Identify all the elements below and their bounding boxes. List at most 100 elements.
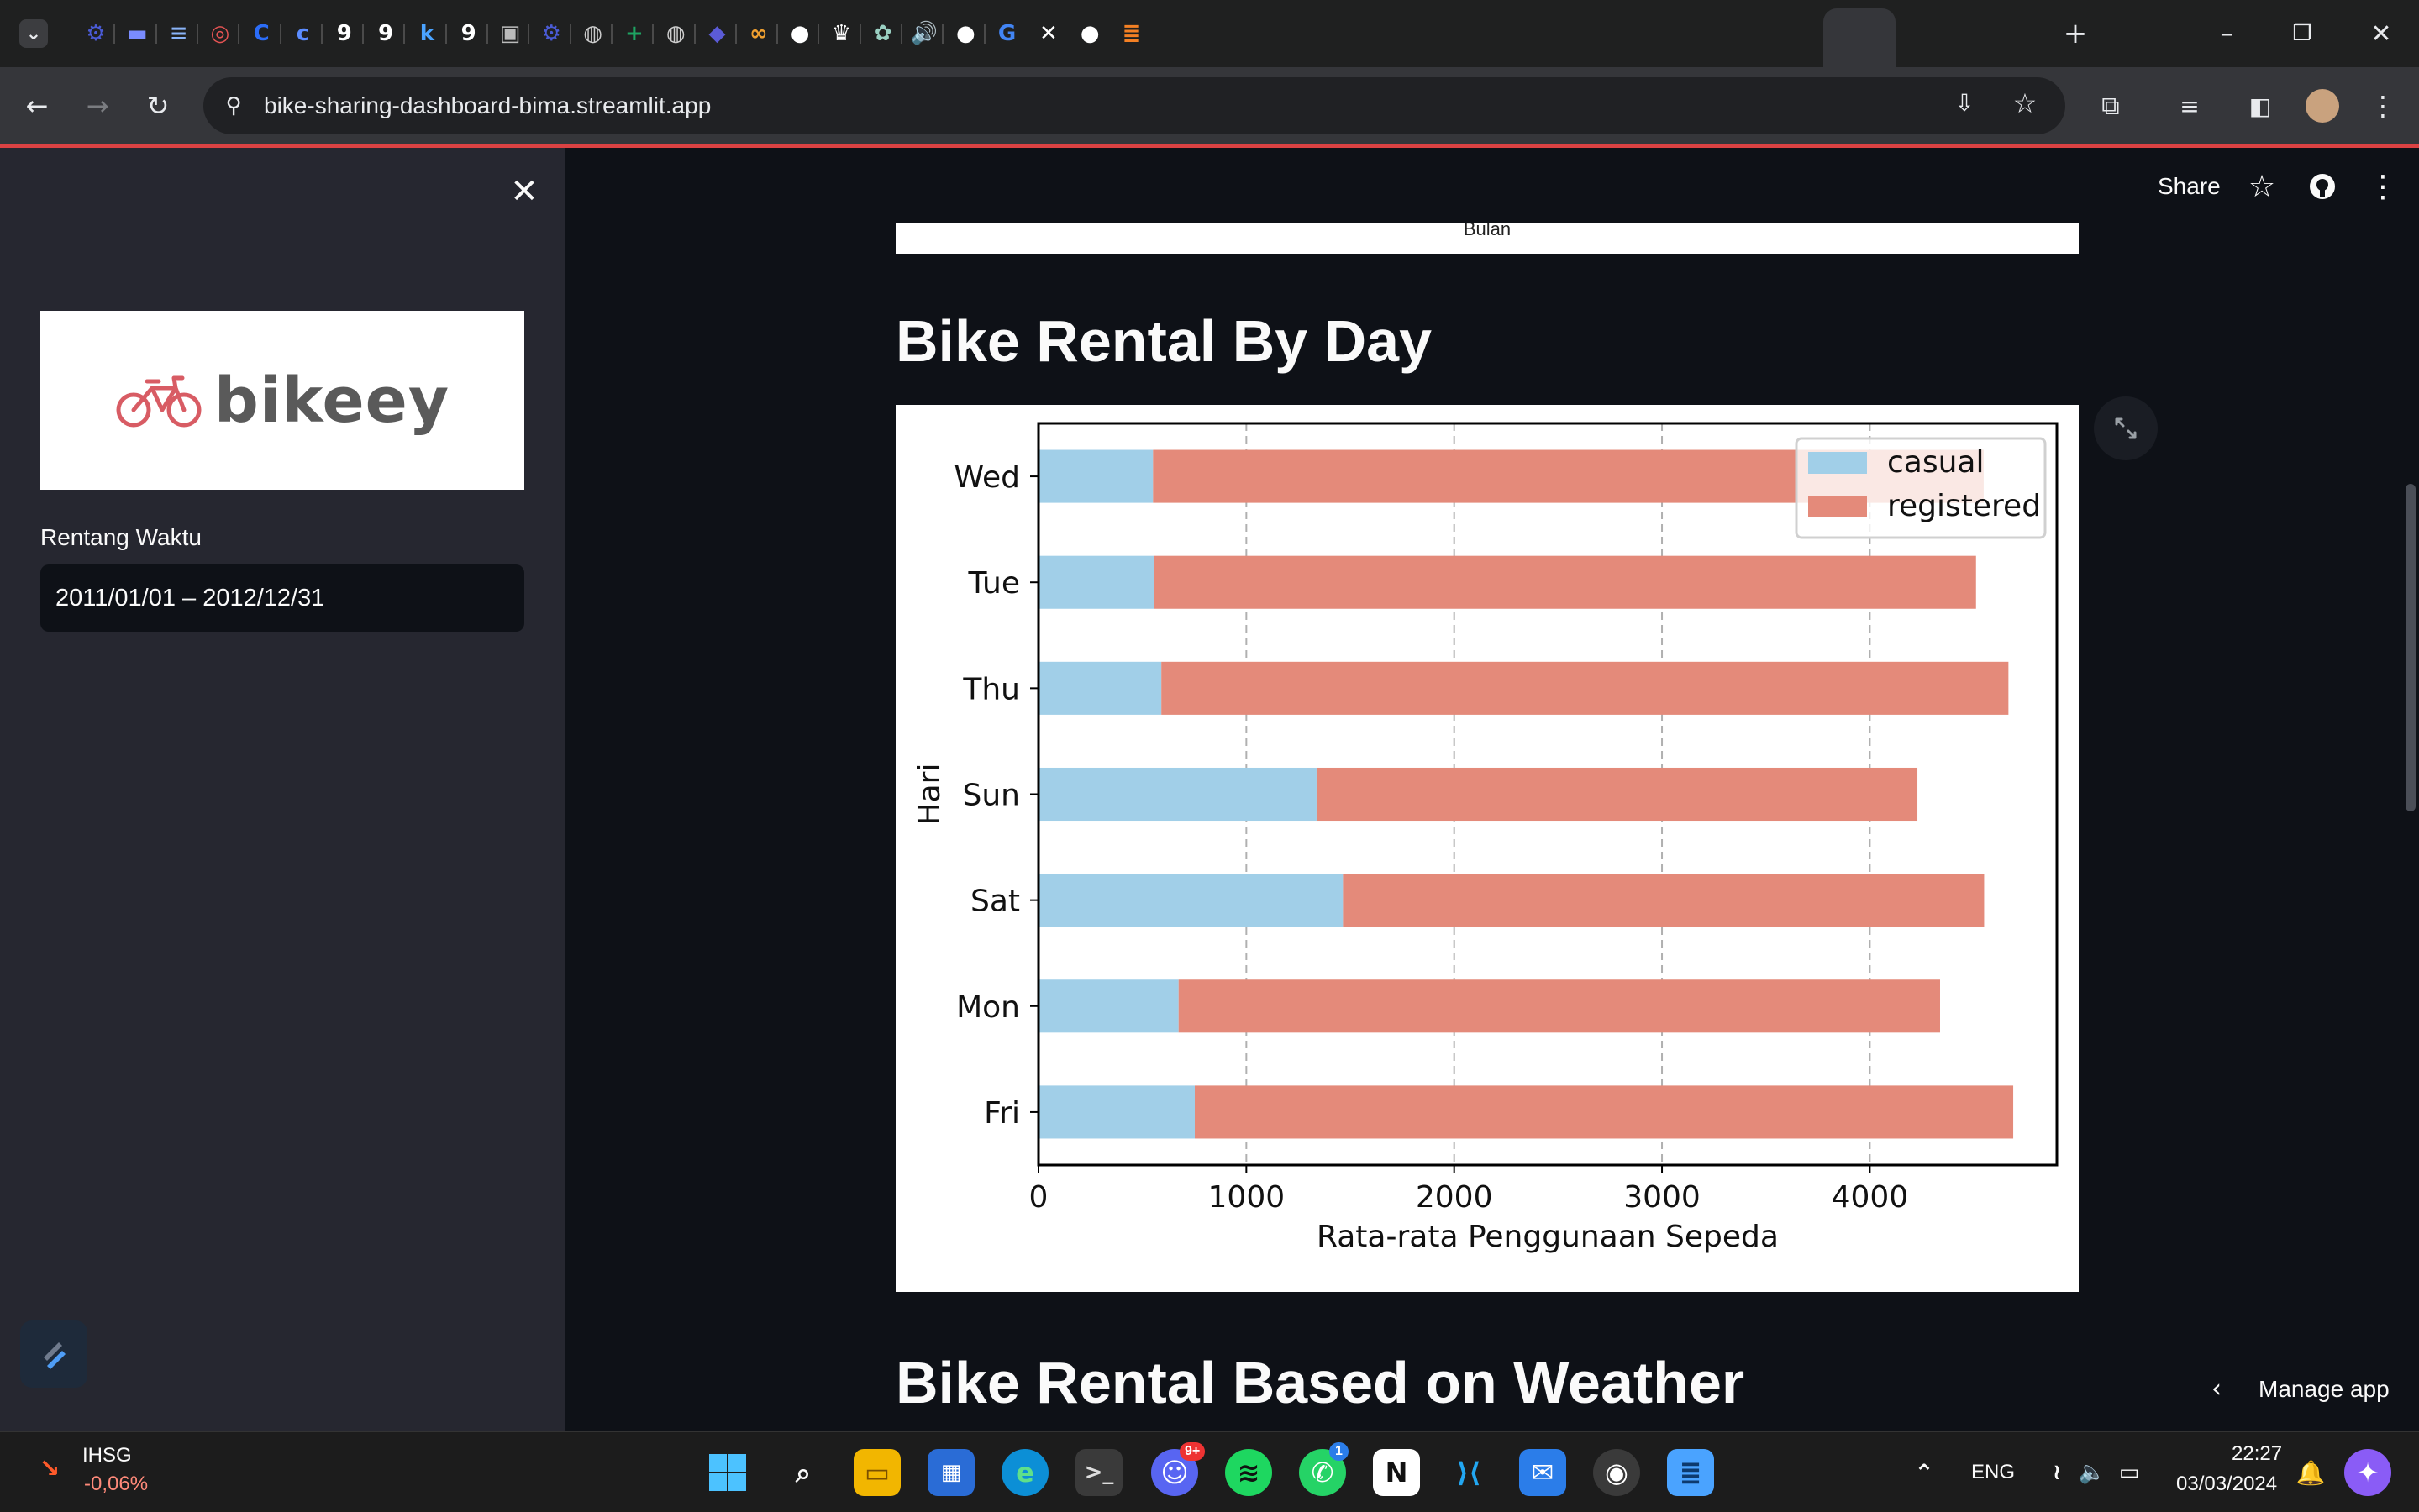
discord-icon[interactable]: ☺ 9+ bbox=[1151, 1442, 1206, 1496]
bookmark-star-icon[interactable]: ☆ bbox=[2006, 87, 2043, 121]
spotify-icon[interactable]: ≋ bbox=[1225, 1449, 1272, 1496]
side-panel-icon: ◧ bbox=[2248, 92, 2272, 120]
browser-tab[interactable]: ◍ bbox=[654, 12, 697, 55]
y-tick-label: Sun bbox=[963, 779, 1020, 813]
restore-window-button[interactable]: ❐ bbox=[2280, 12, 2324, 55]
browser-tab[interactable]: G bbox=[986, 12, 1029, 55]
notion-icon[interactable]: N bbox=[1373, 1449, 1420, 1496]
tab-separator bbox=[238, 24, 240, 44]
section-title-weather: Bike Rental Based on Weather bbox=[896, 1350, 1745, 1415]
browser-tab[interactable]: 9 bbox=[323, 12, 366, 55]
file-explorer-icon[interactable]: ▭ bbox=[854, 1449, 901, 1496]
extensions-button[interactable]: ⧉ bbox=[2090, 86, 2131, 126]
side-panel-button[interactable]: ◧ bbox=[2240, 86, 2280, 126]
browser-tab[interactable]: ● bbox=[778, 12, 822, 55]
browser-tab[interactable]: ▬ bbox=[115, 12, 159, 55]
browser-tab[interactable]: ● bbox=[944, 12, 987, 55]
browser-tab[interactable]: ≣ bbox=[1110, 12, 1154, 55]
browser-tab[interactable]: ◆ bbox=[696, 12, 739, 55]
mail-icon[interactable]: ✉ bbox=[1519, 1449, 1566, 1496]
battery-icon[interactable]: ▭ bbox=[2106, 1449, 2153, 1496]
chevron-up-icon[interactable]: ⌃ bbox=[1901, 1449, 1948, 1496]
whatsapp-icon[interactable]: ✆ 1 bbox=[1299, 1442, 1349, 1496]
bar-casual bbox=[1039, 661, 1162, 715]
streamlit-logo-button[interactable] bbox=[20, 1320, 87, 1388]
app-menu-button[interactable]: ⋮ bbox=[2364, 168, 2401, 205]
close-icon: ✕ bbox=[2370, 18, 2392, 49]
notification-bell-icon[interactable]: 🔔 bbox=[2287, 1449, 2334, 1496]
install-app-icon[interactable]: ⇩ bbox=[1946, 89, 1983, 123]
main-scrollbar[interactable] bbox=[2406, 484, 2416, 811]
browser-tab[interactable]: 🔊 bbox=[902, 12, 946, 55]
browser-tab[interactable]: ≡ bbox=[157, 12, 201, 55]
tab-search-button[interactable]: ⌄ bbox=[12, 12, 55, 55]
vscode-icon[interactable]: ⟩⟨ bbox=[1445, 1449, 1492, 1496]
browser-tab[interactable]: 9 bbox=[364, 12, 408, 55]
browser-tab[interactable]: + bbox=[613, 12, 656, 55]
new-tab-button[interactable]: + bbox=[2054, 12, 2097, 55]
manage-app-button[interactable]: Manage app bbox=[2259, 1376, 2390, 1403]
x-tick-label: 3000 bbox=[1623, 1180, 1701, 1215]
share-button[interactable]: Share bbox=[2158, 173, 2221, 200]
active-tab[interactable] bbox=[1823, 8, 1896, 67]
clock-date[interactable]: 03/03/2024 bbox=[2176, 1473, 2277, 1496]
browser-tab[interactable]: c bbox=[281, 12, 325, 55]
k-icon: k bbox=[419, 21, 435, 46]
arrow-left-icon: ← bbox=[25, 90, 49, 122]
media-control-button[interactable]: ≡ bbox=[2169, 86, 2210, 126]
url-text[interactable]: bike-sharing-dashboard-bima.streamlit.ap… bbox=[264, 92, 711, 119]
language-indicator[interactable]: ENG bbox=[1971, 1461, 2015, 1484]
sidebar-close-button[interactable]: ✕ bbox=[504, 171, 544, 212]
fullscreen-button[interactable] bbox=[2094, 396, 2158, 460]
date-range-input[interactable]: 2011/01/01 – 2012/12/31 bbox=[40, 564, 524, 632]
chrome-icon[interactable]: ◉ bbox=[1593, 1449, 1640, 1496]
browser-tab[interactable]: 9 bbox=[447, 12, 491, 55]
close-window-button[interactable]: ✕ bbox=[2359, 12, 2403, 55]
browser-menu-button[interactable]: ⋮ bbox=[2363, 86, 2403, 126]
browser-tab[interactable]: ⚙ bbox=[529, 12, 573, 55]
edge-icon[interactable]: e bbox=[1002, 1449, 1049, 1496]
minimize-window-button[interactable]: – bbox=[2205, 12, 2248, 55]
browser-tab[interactable]: k bbox=[405, 12, 449, 55]
browser-tab[interactable]: ● bbox=[1068, 12, 1112, 55]
tab-separator bbox=[776, 24, 779, 44]
forward-button[interactable]: → bbox=[77, 86, 118, 126]
browser-tab[interactable]: ♛ bbox=[819, 12, 863, 55]
clock-time[interactable]: 22:27 bbox=[2232, 1442, 2282, 1466]
browser-tab[interactable]: ◍ bbox=[571, 12, 615, 55]
profile-avatar[interactable] bbox=[2302, 86, 2343, 126]
x-tick-label: 4000 bbox=[1832, 1180, 1909, 1215]
chevron-left-icon[interactable]: ‹ bbox=[2211, 1374, 2222, 1404]
list-icon: ≡ bbox=[169, 21, 188, 46]
browser-tab[interactable]: ✕ bbox=[1027, 12, 1070, 55]
site-settings-icon[interactable]: ⚲ bbox=[218, 91, 249, 121]
browser-tab[interactable]: ▣ bbox=[488, 12, 532, 55]
close-icon: ✕ bbox=[510, 172, 539, 211]
back-button[interactable]: ← bbox=[17, 86, 57, 126]
bar-casual bbox=[1039, 874, 1344, 927]
github-icon bbox=[2310, 174, 2335, 199]
tab-separator bbox=[901, 24, 902, 44]
github-button[interactable] bbox=[2304, 168, 2341, 205]
stackoverflow-icon: ≣ bbox=[1122, 21, 1141, 46]
copilot-icon[interactable]: ✦ bbox=[2344, 1449, 2391, 1496]
browser-tab[interactable]: ◎ bbox=[198, 12, 242, 55]
favorite-star-button[interactable]: ☆ bbox=[2243, 168, 2280, 205]
store-icon[interactable]: ▦ bbox=[928, 1449, 975, 1496]
notepad-icon[interactable]: ≣ bbox=[1667, 1449, 1714, 1496]
terminal-icon[interactable]: >_ bbox=[1075, 1449, 1123, 1496]
windows-start-icon[interactable] bbox=[704, 1449, 751, 1496]
discord-badge: 9+ bbox=[1180, 1442, 1206, 1461]
search-icon[interactable]: ⌕ bbox=[780, 1449, 827, 1496]
expand-icon bbox=[2115, 417, 2137, 439]
url-bar[interactable]: ⚲ bike-sharing-dashboard-bima.streamlit.… bbox=[203, 77, 2065, 134]
shield-icon: ◆ bbox=[708, 21, 726, 46]
browser-tab[interactable]: ∞ bbox=[737, 12, 781, 55]
browser-tab[interactable]: ✿ bbox=[861, 12, 905, 55]
restore-icon: ❐ bbox=[2292, 21, 2312, 46]
y-tick-label: Sat bbox=[970, 885, 1020, 919]
browser-tab[interactable]: C bbox=[239, 12, 283, 55]
reload-button[interactable]: ↻ bbox=[138, 86, 178, 126]
browser-tab[interactable]: ⚙ bbox=[74, 12, 118, 55]
stock-chart-icon[interactable]: ↘ bbox=[29, 1447, 71, 1489]
